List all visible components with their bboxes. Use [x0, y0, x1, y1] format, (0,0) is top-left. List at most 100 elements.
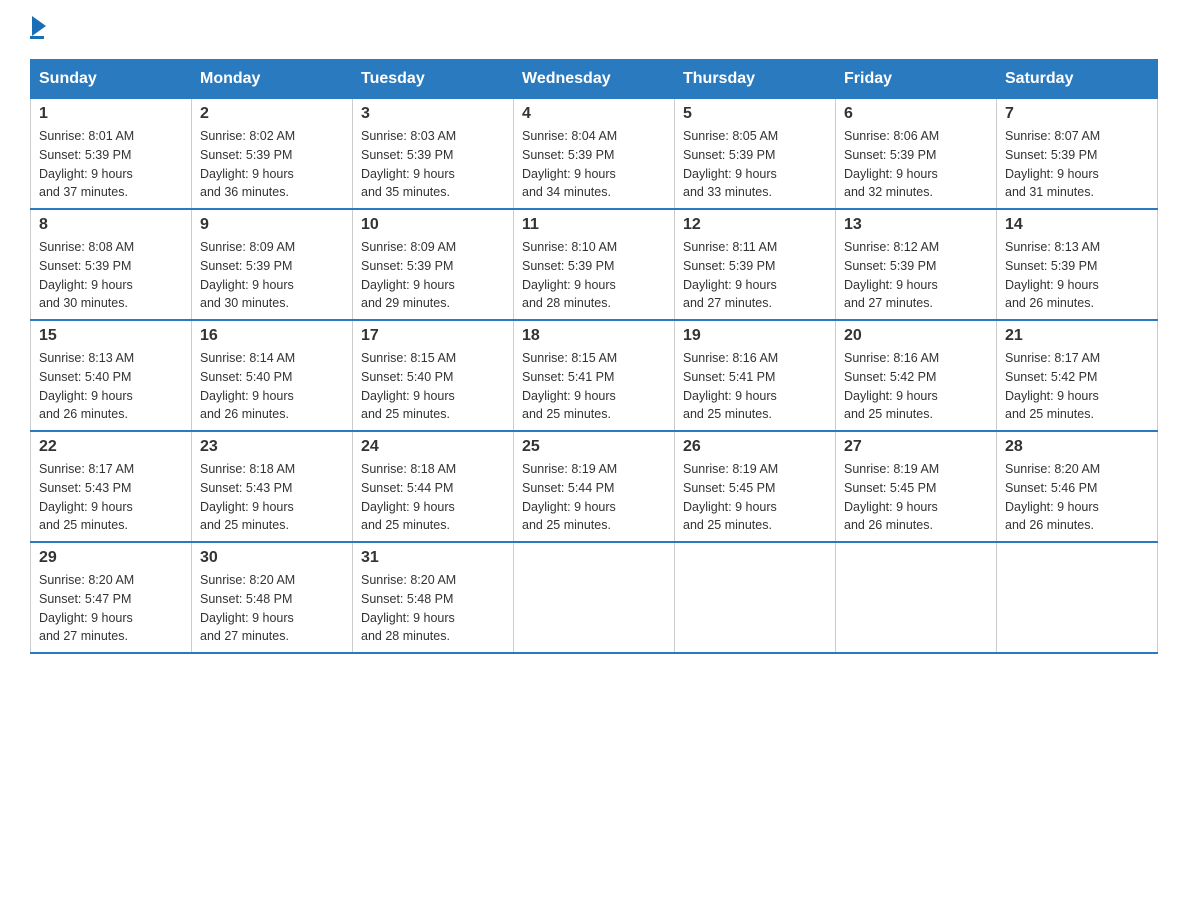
- sunset-text: Sunset: 5:43 PM: [200, 479, 344, 498]
- daylight-hours: Daylight: 9 hours: [844, 498, 988, 517]
- sunset-text: Sunset: 5:39 PM: [844, 257, 988, 276]
- calendar-cell: 23Sunrise: 8:18 AMSunset: 5:43 PMDayligh…: [192, 431, 353, 542]
- page-header: [30, 20, 1158, 39]
- day-number: 2: [200, 105, 344, 123]
- calendar-cell: 6Sunrise: 8:06 AMSunset: 5:39 PMDaylight…: [836, 99, 997, 210]
- sunrise-text: Sunrise: 8:20 AM: [200, 571, 344, 590]
- calendar-cell: [675, 542, 836, 653]
- day-number: 1: [39, 105, 183, 123]
- sunset-text: Sunset: 5:39 PM: [361, 146, 505, 165]
- sunset-text: Sunset: 5:39 PM: [361, 257, 505, 276]
- daylight-minutes: and 26 minutes.: [39, 405, 183, 424]
- sunrise-text: Sunrise: 8:16 AM: [683, 349, 827, 368]
- calendar-cell: 3 Sunrise: 8:03 AMSunset: 5:39 PMDaylight…: [353, 99, 514, 210]
- day-number: 24: [361, 438, 505, 456]
- day-number: 28: [1005, 438, 1149, 456]
- calendar-cell: [997, 542, 1158, 653]
- day-number: 17: [361, 327, 505, 345]
- day-number: 18: [522, 327, 666, 345]
- day-info: Sunrise: 8:03 AMSunset: 5:39 PMDaylight:…: [361, 127, 505, 202]
- calendar-cell: 26Sunrise: 8:19 AMSunset: 5:45 PMDayligh…: [675, 431, 836, 542]
- daylight-hours: Daylight: 9 hours: [683, 387, 827, 406]
- daylight-minutes: and 25 minutes.: [361, 405, 505, 424]
- calendar-cell: 24Sunrise: 8:18 AMSunset: 5:44 PMDayligh…: [353, 431, 514, 542]
- day-info: Sunrise: 8:10 AMSunset: 5:39 PMDaylight:…: [522, 238, 666, 313]
- calendar-cell: 12 Sunrise: 8:11 AMSunset: 5:39 PMDayligh…: [675, 209, 836, 320]
- sunrise-text: Sunrise: 8:08 AM: [39, 238, 183, 257]
- sunset-text: Sunset: 5:43 PM: [39, 479, 183, 498]
- sunset-text: Sunset: 5:47 PM: [39, 590, 183, 609]
- daylight-minutes: and 35 minutes.: [361, 183, 505, 202]
- daylight-hours: Daylight: 9 hours: [39, 498, 183, 517]
- calendar-cell: 9 Sunrise: 8:09 AMSunset: 5:39 PMDaylight…: [192, 209, 353, 320]
- sunset-text: Sunset: 5:45 PM: [844, 479, 988, 498]
- calendar-cell: 29Sunrise: 8:20 AMSunset: 5:47 PMDayligh…: [31, 542, 192, 653]
- sunset-text: Sunset: 5:48 PM: [200, 590, 344, 609]
- weekday-header-sunday: Sunday: [31, 60, 192, 99]
- calendar-cell: 27Sunrise: 8:19 AMSunset: 5:45 PMDayligh…: [836, 431, 997, 542]
- day-info: Sunrise: 8:20 AMSunset: 5:46 PMDaylight:…: [1005, 460, 1149, 535]
- weekday-header-saturday: Saturday: [997, 60, 1158, 99]
- day-number: 12: [683, 216, 827, 234]
- calendar-cell: 11Sunrise: 8:10 AMSunset: 5:39 PMDayligh…: [514, 209, 675, 320]
- sunrise-text: Sunrise: 8:20 AM: [39, 571, 183, 590]
- daylight-hours: Daylight: 9 hours: [1005, 498, 1149, 517]
- day-info: Sunrise: 8:11 AMSunset: 5:39 PMDaylight:…: [683, 238, 827, 313]
- day-number: 9: [200, 216, 344, 234]
- day-info: Sunrise: 8:04 AMSunset: 5:39 PMDaylight:…: [522, 127, 666, 202]
- daylight-minutes: and 30 minutes.: [39, 294, 183, 313]
- calendar-cell: 28 Sunrise: 8:20 AMSunset: 5:46 PMDayligh…: [997, 431, 1158, 542]
- sunrise-text: Sunrise: 8:10 AM: [522, 238, 666, 257]
- day-number: 3: [361, 105, 505, 123]
- sunrise-text: Sunrise: 8:16 AM: [844, 349, 988, 368]
- day-info: Sunrise: 8:16 AMSunset: 5:41 PMDaylight:…: [683, 349, 827, 424]
- sunset-text: Sunset: 5:42 PM: [1005, 368, 1149, 387]
- calendar-week-1: 1Sunrise: 8:01 AMSunset: 5:39 PMDaylight…: [31, 99, 1158, 210]
- sunrise-text: Sunrise: 8:19 AM: [844, 460, 988, 479]
- daylight-hours: Daylight: 9 hours: [844, 387, 988, 406]
- daylight-hours: Daylight: 9 hours: [39, 609, 183, 628]
- daylight-minutes: and 27 minutes.: [844, 294, 988, 313]
- day-info: Sunrise: 8:06 AMSunset: 5:39 PMDaylight:…: [844, 127, 988, 202]
- calendar-week-5: 29Sunrise: 8:20 AMSunset: 5:47 PMDayligh…: [31, 542, 1158, 653]
- day-info: Sunrise: 8:19 AMSunset: 5:45 PMDaylight:…: [683, 460, 827, 535]
- daylight-hours: Daylight: 9 hours: [683, 165, 827, 184]
- daylight-minutes: and 28 minutes.: [522, 294, 666, 313]
- daylight-minutes: and 25 minutes.: [522, 516, 666, 535]
- day-info: Sunrise: 8:09 AMSunset: 5:39 PMDaylight:…: [200, 238, 344, 313]
- daylight-hours: Daylight: 9 hours: [200, 498, 344, 517]
- sunset-text: Sunset: 5:39 PM: [522, 146, 666, 165]
- daylight-hours: Daylight: 9 hours: [39, 165, 183, 184]
- daylight-minutes: and 25 minutes.: [683, 405, 827, 424]
- calendar-cell: 7Sunrise: 8:07 AMSunset: 5:39 PMDaylight…: [997, 99, 1158, 210]
- sunrise-text: Sunrise: 8:09 AM: [361, 238, 505, 257]
- day-number: 5: [683, 105, 827, 123]
- sunset-text: Sunset: 5:39 PM: [1005, 146, 1149, 165]
- daylight-hours: Daylight: 9 hours: [844, 165, 988, 184]
- daylight-hours: Daylight: 9 hours: [361, 498, 505, 517]
- sunset-text: Sunset: 5:46 PM: [1005, 479, 1149, 498]
- sunset-text: Sunset: 5:40 PM: [361, 368, 505, 387]
- day-info: Sunrise: 8:18 AMSunset: 5:43 PMDaylight:…: [200, 460, 344, 535]
- day-number: 13: [844, 216, 988, 234]
- daylight-hours: Daylight: 9 hours: [361, 609, 505, 628]
- sunset-text: Sunset: 5:39 PM: [683, 257, 827, 276]
- daylight-minutes: and 27 minutes.: [683, 294, 827, 313]
- day-number: 8: [39, 216, 183, 234]
- daylight-minutes: and 27 minutes.: [39, 627, 183, 646]
- sunrise-text: Sunrise: 8:11 AM: [683, 238, 827, 257]
- calendar-cell: 17Sunrise: 8:15 AMSunset: 5:40 PMDayligh…: [353, 320, 514, 431]
- daylight-hours: Daylight: 9 hours: [1005, 387, 1149, 406]
- daylight-minutes: and 26 minutes.: [1005, 516, 1149, 535]
- daylight-minutes: and 29 minutes.: [361, 294, 505, 313]
- sunrise-text: Sunrise: 8:03 AM: [361, 127, 505, 146]
- sunrise-text: Sunrise: 8:20 AM: [361, 571, 505, 590]
- day-info: Sunrise: 8:19 AMSunset: 5:45 PMDaylight:…: [844, 460, 988, 535]
- daylight-minutes: and 28 minutes.: [361, 627, 505, 646]
- day-info: Sunrise: 8:13 AMSunset: 5:39 PMDaylight:…: [1005, 238, 1149, 313]
- sunset-text: Sunset: 5:41 PM: [683, 368, 827, 387]
- weekday-header-monday: Monday: [192, 60, 353, 99]
- daylight-minutes: and 37 minutes.: [39, 183, 183, 202]
- calendar-cell: 21Sunrise: 8:17 AMSunset: 5:42 PMDayligh…: [997, 320, 1158, 431]
- sunrise-text: Sunrise: 8:18 AM: [361, 460, 505, 479]
